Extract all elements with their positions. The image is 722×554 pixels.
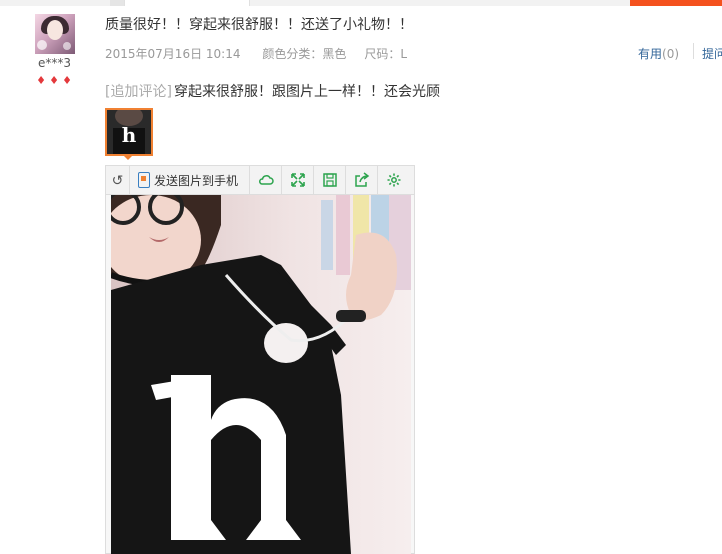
send-to-phone-button[interactable]: 发送图片到手机 [130,166,250,194]
review-photo-image [111,195,411,554]
cloud-icon [258,175,274,185]
save-button[interactable] [314,166,346,194]
avatar-decor [63,42,71,50]
share-button[interactable] [346,166,378,194]
useful-count: (0) [662,47,680,61]
viewer-toolbar: ↺ 发送图片到手机 [106,166,414,195]
gem-icon: ♦ [62,74,72,87]
share-icon [354,172,369,187]
rotate-button[interactable]: ↺ [106,166,130,194]
useful-label: 有用 [638,47,663,61]
expand-button[interactable] [282,166,314,194]
top-tab-strip [0,0,722,6]
avatar-decor [37,40,47,50]
avatar[interactable] [35,14,75,54]
tab-middle[interactable] [250,0,630,6]
tab-separator [110,0,124,6]
review-text: 质量很好！！穿起来很舒服！！还送了小礼物！！ [105,17,413,33]
gem-icon: ♦ [49,74,59,87]
expand-icon [290,173,305,187]
avatar-face [47,20,63,40]
review-color: 颜色分类：黑色 [262,47,347,61]
gem-icon: ♦ [36,74,46,87]
settings-button[interactable] [378,166,410,194]
append-label: [追加评论] [105,84,172,100]
reviewer-username: e***3 [38,56,72,70]
send-to-phone-label: 发送图片到手机 [154,173,239,188]
settings-icon [387,173,401,187]
tab-left[interactable] [0,0,110,6]
reply-button[interactable]: 提问 [702,45,722,62]
image-viewer: ↺ 发送图片到手机 [105,165,415,554]
tab-active[interactable] [124,0,250,6]
photo-thumbnail[interactable]: h [105,108,153,156]
tab-accent[interactable] [630,0,722,6]
review-meta: 2015年07月16日 10:14 颜色分类：黑色 尺码：L [105,45,425,62]
reviewer-level: ♦ ♦ ♦ [35,74,73,88]
thumbnail-letter: h [121,123,137,147]
thumbnail-caret-icon [122,154,134,160]
review-size: 尺码：L [364,47,408,61]
save-icon [322,173,337,187]
append-text: 穿起来很舒服！跟图片上一样！！还会光顾 [174,84,440,100]
phone-icon [138,172,150,188]
cloud-button[interactable] [250,166,282,194]
review-photo[interactable] [111,195,411,554]
review-date: 2015年07月16日 10:14 [105,47,241,61]
divider [693,43,694,59]
useful-button[interactable]: 有用(0) [638,45,679,62]
